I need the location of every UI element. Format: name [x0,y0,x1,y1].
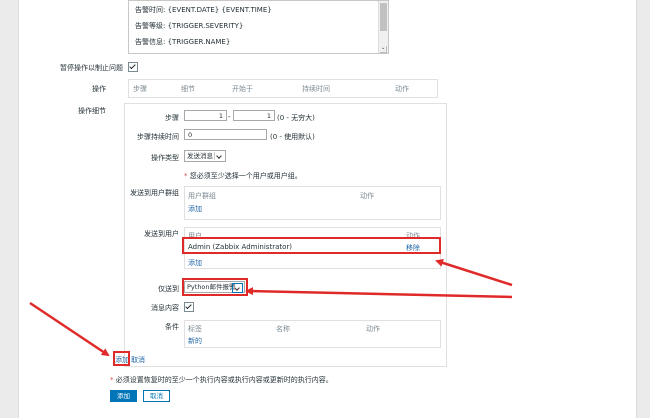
arrow-to-user-row [435,259,513,287]
annotation-arrows [29,259,513,357]
arrow-to-media-type [245,287,513,299]
arrow-to-add-link [29,301,110,357]
